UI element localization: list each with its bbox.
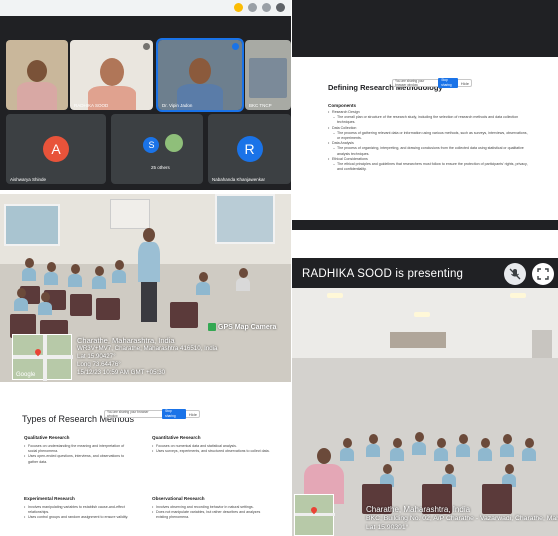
column-heading: Observational Research (152, 496, 205, 501)
bullet: Focuses on understanding the meaning and… (24, 444, 134, 454)
map-thumbnail: Google (12, 334, 73, 381)
participant-name: Dr. Vipin Jadon (162, 103, 193, 108)
bullet: Uses control groups and random assignmen… (24, 515, 134, 520)
shared-screen-top: Defining Research Methodology You are sh… (292, 0, 558, 230)
avatar: A (43, 136, 69, 162)
participant-tile-active[interactable]: Dr. Vipin Jadon (156, 38, 244, 112)
fan (532, 330, 552, 358)
geo-datetime: 15/12/23 10:59 AM GMT +05:30 (77, 369, 166, 376)
bullet: Does not manipulate variables, but rathe… (152, 510, 272, 520)
others-tile[interactable]: S 25 others (111, 114, 203, 184)
extension-icon[interactable] (234, 3, 243, 12)
column-heading: Experimental Research (24, 496, 75, 501)
hide-button[interactable]: Hide (189, 412, 197, 417)
bullet-list: Focuses on numerical data and statistica… (152, 444, 272, 455)
others-count: 25 others (151, 165, 170, 170)
bullet: Uses open-ended questions, interviews, a… (24, 454, 134, 464)
window (215, 194, 275, 244)
ceiling-light (510, 293, 526, 298)
ceiling-light (327, 293, 343, 298)
geo-place: Charathe, Maharashtra, India (77, 336, 175, 345)
geo-info: Charathe, Maharashtra, India WR3V+MV7, C… (77, 337, 287, 377)
avatar: R (236, 136, 263, 162)
sharing-bar: You are sharing your browser window Stop… (392, 78, 472, 88)
sub-bullet: The ethical principles and guidelines th… (328, 162, 528, 172)
slide: Types of Research Methods You are sharin… (0, 384, 291, 536)
geo-place: Charathe, Maharashtra, India (366, 505, 471, 514)
classroom-photo: Charathe, Maharashtra, India BKC, Buildi… (292, 288, 558, 536)
bullet-list: Involves observing and recording behavio… (152, 505, 272, 521)
presenting-view: RADHIKA SOOD is presenting Charathe, Mah… (292, 258, 558, 536)
participant-tile[interactable] (6, 40, 68, 110)
classroom-photo: GPS Map Camera Google Charathe, Maharash… (0, 194, 291, 382)
map-thumbnail (294, 494, 335, 536)
mic-off-icon[interactable] (504, 263, 526, 285)
geo-info: Charathe, Maharashtra, India BKC, Buildi… (366, 505, 558, 532)
bullet-list: Involves manipulating variables to estab… (24, 505, 134, 521)
sharing-text: You are sharing your browser window (395, 79, 425, 87)
participant-name: Nabahanda Khanjawenkar (212, 177, 266, 182)
presenting-label: RADHIKA SOOD is presenting (302, 268, 464, 280)
camera-icon (208, 323, 216, 331)
avatar (165, 134, 183, 152)
column-heading: Quantitative Research (152, 435, 201, 440)
participant-name: RADHIKA SOOD (74, 103, 109, 108)
bullet-list: Focuses on understanding the meaning and… (24, 444, 134, 465)
teacher (138, 228, 160, 322)
geo-address: BKC, Building No. 02, A/P Charathe - Vaz… (366, 515, 558, 522)
bookmark-icon[interactable] (248, 3, 257, 12)
geo-lat: Lat 15.90427° (77, 353, 116, 360)
mic-icon (143, 43, 150, 50)
participant-tile[interactable]: BKC TNCP (245, 40, 291, 110)
meeting-grid: RADHIKA SOOD Dr. Vipin Jadon BKC TNCP A … (0, 0, 291, 190)
gps-badge: GPS Map Camera (208, 323, 276, 331)
window (390, 332, 446, 348)
stop-sharing-button[interactable]: Stop sharing (438, 78, 458, 88)
bullet: Uses surveys, experiments, and structure… (152, 449, 272, 454)
browser-toolbar (0, 0, 291, 16)
section-heading: Components (328, 103, 357, 108)
participant-tile[interactable]: R Nabahanda Khanjawenkar (208, 114, 291, 184)
fullscreen-icon[interactable] (532, 263, 554, 285)
profile-icon[interactable] (262, 3, 271, 12)
stop-sharing-button[interactable]: Stop sharing (162, 409, 186, 419)
sharing-bar: You are sharing your browser window Stop… (104, 409, 200, 419)
sub-bullet: The overall plan or structure of the res… (328, 115, 528, 125)
geo-lat: Lat 15.90391° (366, 524, 409, 531)
participant-name: BKC TNCP (249, 103, 272, 108)
ceiling-light (414, 312, 430, 317)
sub-bullet: The process of gathering relevant data o… (328, 131, 528, 141)
window (4, 204, 60, 246)
geo-long: Long 73.64476° (77, 361, 121, 368)
map-attribution: Google (16, 372, 36, 378)
column-heading: Qualitative Research (24, 435, 70, 440)
geo-address: WR3V+MV7, Charathe, Maharashtra 416510, … (77, 345, 218, 352)
bullet-list: Research Design The overall plan or stru… (328, 110, 528, 172)
speaking-icon (232, 43, 239, 50)
sub-bullet: The process of organizing, interpreting,… (328, 146, 528, 156)
sharing-text: You are sharing your browser window (107, 410, 149, 418)
participant-tile[interactable]: RADHIKA SOOD (70, 40, 153, 110)
participant-tile[interactable]: A Aishwarya Shinde (6, 114, 106, 184)
avatar: S (143, 136, 160, 153)
bullet: Involves manipulating variables to estab… (24, 505, 134, 515)
participant-name: Aishwarya Shinde (10, 177, 47, 182)
notice-board (110, 199, 150, 229)
slide: Defining Research Methodology You are sh… (292, 57, 558, 220)
hide-button[interactable]: Hide (461, 81, 469, 86)
menu-icon[interactable] (276, 3, 285, 12)
